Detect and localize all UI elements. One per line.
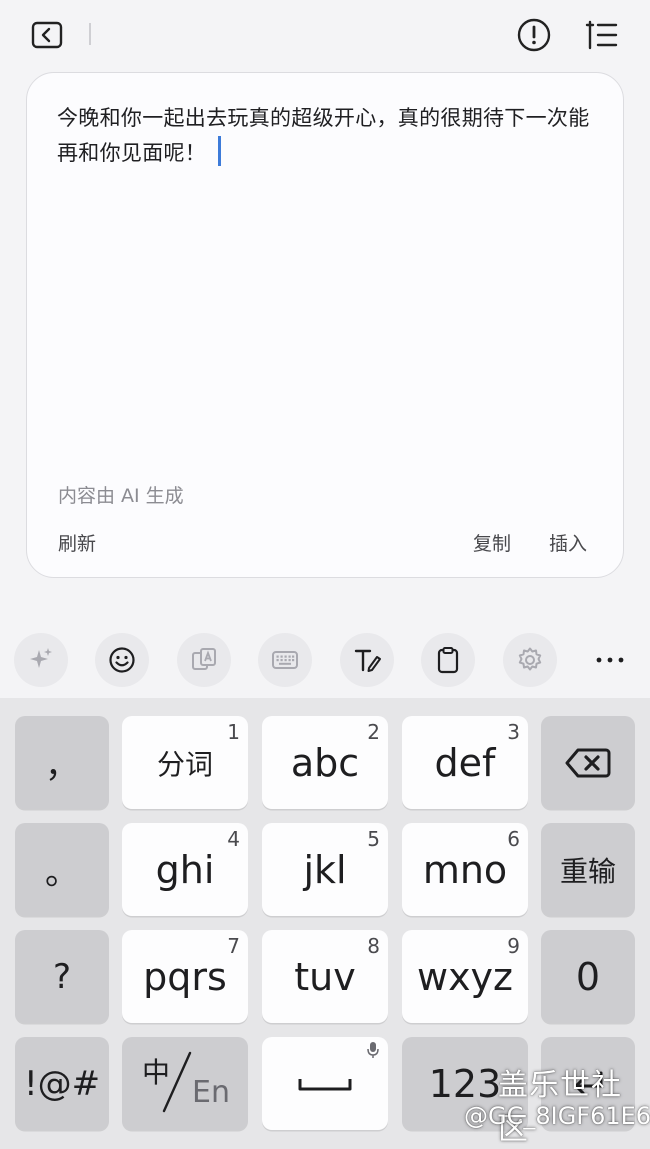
translate-icon [192,648,216,670]
key-6-number: 6 [507,827,520,851]
key-6-label: mno [422,847,508,892]
keyboard-mode-button[interactable] [258,633,312,687]
key-3[interactable]: def 3 [402,716,528,809]
key-8-number: 8 [367,934,380,958]
key-8-label: tuv [294,954,356,999]
clipboard-button[interactable] [421,633,475,687]
symbols-key[interactable]: !@# [15,1037,109,1130]
emoji-button[interactable] [95,633,149,687]
key-5-label: jkl [303,847,347,892]
text-caret [218,136,222,166]
text-style-button[interactable] [340,633,394,687]
key-2-number: 2 [367,720,380,744]
generated-text-area[interactable]: 今晚和你一起出去玩真的超级开心，真的很期待下一次能再和你见面呢！ [57,101,597,171]
comma-key[interactable]: ， [15,716,109,809]
comma-key-label: ， [45,746,79,786]
screen: 今晚和你一起出去玩真的超级开心，真的很期待下一次能再和你见面呢！ 内容由 AI … [0,0,650,1149]
more-dots-icon [596,657,624,663]
key-4[interactable]: ghi 4 [122,823,248,916]
ai-tools-button[interactable] [14,633,68,687]
zero-key[interactable]: 0 [541,930,635,1023]
key-4-number: 4 [227,827,240,851]
lang-en-label: En [192,1075,230,1110]
back-icon [31,21,63,49]
key-1-label: 分词 [156,747,213,781]
copy-button[interactable]: 复制 [473,529,511,556]
key-4-label: ghi [155,847,215,892]
key-5-number: 5 [367,827,380,851]
space-icon [298,1078,352,1090]
language-switch-key[interactable]: 中 En [122,1037,248,1130]
question-key[interactable]: ? [15,930,109,1023]
key-9-label: wxyz [416,954,513,999]
insert-button[interactable]: 插入 [549,529,587,556]
key-2-label: abc [290,740,360,785]
key-3-label: def [434,740,496,785]
toolbar-divider [89,23,91,45]
options-button[interactable] [584,18,620,52]
list-settings-icon [585,20,618,50]
report-button[interactable] [516,17,552,53]
refresh-button[interactable]: 刷新 [58,529,96,556]
more-button[interactable] [585,633,635,687]
microphone-icon [367,1042,379,1058]
ai-result-card: 今晚和你一起出去玩真的超级开心，真的很期待下一次能再和你见面呢！ 内容由 AI … [26,72,624,578]
key-7-number: 7 [227,934,240,958]
key-9[interactable]: wxyz 9 [402,930,528,1023]
backspace-key[interactable] [541,716,635,809]
key-5[interactable]: jkl 5 [262,823,388,916]
reinput-key-label: 重输 [559,854,616,888]
settings-button[interactable] [503,633,557,687]
key-7[interactable]: pqrs 7 [122,930,248,1023]
backspace-icon [565,748,611,777]
numbers-key-label: 123 [428,1061,502,1106]
space-key[interactable] [262,1037,388,1130]
text-pen-icon [354,649,381,672]
key-9-number: 9 [507,934,520,958]
keyboard-icon [272,651,298,669]
key-6[interactable]: mno 6 [402,823,528,916]
translate-button[interactable] [177,633,231,687]
key-7-label: pqrs [143,954,227,999]
period-key-label: 。 [45,853,79,893]
smiley-icon [109,647,135,673]
back-button[interactable] [30,20,64,50]
generated-text: 今晚和你一起出去玩真的超级开心，真的很期待下一次能再和你见面呢！ [57,106,590,165]
key-1[interactable]: 分词 1 [122,716,248,809]
period-key[interactable]: 。 [15,823,109,916]
zero-key-label: 0 [575,954,601,999]
gear-icon [518,647,542,671]
top-bar [0,0,650,70]
key-3-number: 3 [507,720,520,744]
reinput-key[interactable]: 重输 [541,823,635,916]
watermark-user: @GC_8IGF61E6 [464,1102,650,1130]
clipboard-icon [437,647,459,674]
key-2[interactable]: abc 2 [262,716,388,809]
ai-generated-note: 内容由 AI 生成 [58,485,184,507]
sparkle-icon [30,648,52,668]
symbols-key-label: !@# [23,1063,101,1104]
question-key-label: ? [52,956,72,997]
key-8[interactable]: tuv 8 [262,930,388,1023]
key-1-number: 1 [227,720,240,744]
exclamation-circle-icon [517,18,551,52]
keyboard-toolbar [0,630,650,692]
